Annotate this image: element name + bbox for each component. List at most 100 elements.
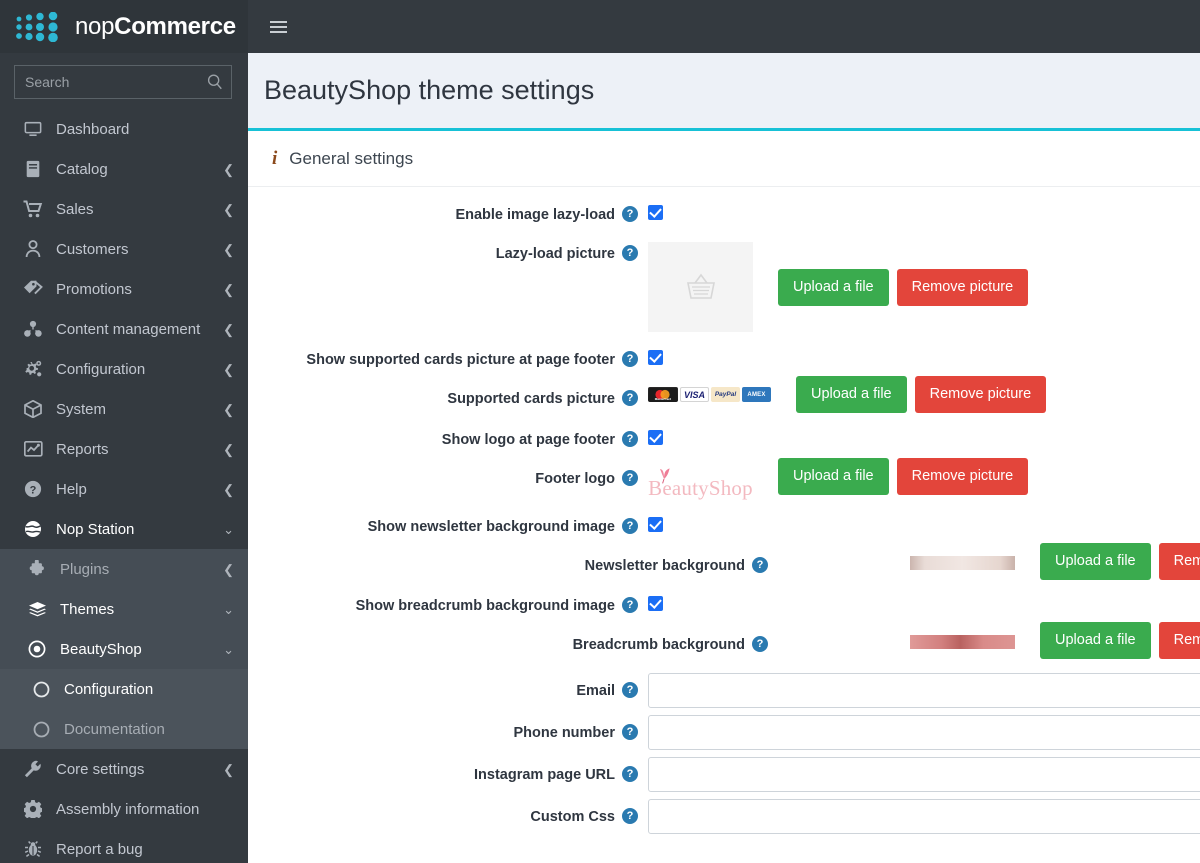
hamburger-icon[interactable] [270,18,287,36]
help-icon[interactable]: ? [622,682,638,698]
sidebar-item-system[interactable]: System ❮ [0,389,248,429]
page-header: BeautyShop theme settings [248,53,1200,128]
sidebar-item-customers[interactable]: Customers ❮ [0,229,248,269]
help-icon[interactable]: ? [622,766,638,782]
phone-number-input[interactable] [648,715,1200,750]
remove-picture-button[interactable]: Remove picture [896,458,1029,495]
chevron-left-icon[interactable]: ❮ [223,443,234,456]
tag-icon [22,279,44,299]
sidebar-item-help[interactable]: ? Help ❮ [0,469,248,509]
sidebar-item-label: Sales [56,200,94,218]
field-label-cell: Supported cards picture? [248,387,648,408]
checkbox[interactable] [648,430,663,445]
chevron-left-icon[interactable]: ❮ [223,563,234,576]
help-icon[interactable]: ? [622,390,638,406]
sidebar-item-content-management[interactable]: Content management ❮ [0,309,248,349]
sidebar-item-report-a-bug[interactable]: Report a bug [0,829,248,863]
sidebar-item-documentation[interactable]: Documentation [0,709,248,749]
input-wrapper [648,757,1200,792]
brand-text: nopCommerce [75,13,236,41]
sidebar-item-configuration[interactable]: Configuration [0,669,248,709]
help-icon[interactable]: ? [622,808,638,824]
email-input[interactable] [648,673,1200,708]
chevron-left-icon[interactable]: ❮ [223,403,234,416]
checkbox[interactable] [648,350,663,365]
chevron-left-icon[interactable]: ❮ [223,763,234,776]
checkbox[interactable] [648,596,663,611]
sidebar-item-configuration[interactable]: Configuration ❮ [0,349,248,389]
search-icon[interactable] [206,73,224,91]
form-row: Instagram page URL? [248,757,1200,792]
sidebar-item-reports[interactable]: Reports ❮ [0,429,248,469]
chevron-left-icon[interactable]: ❮ [223,483,234,496]
remove-picture-button[interactable]: Remove picture [896,269,1029,306]
chevron-left-icon[interactable]: ❮ [223,283,234,296]
field-control-cell [648,799,1200,834]
brand-name-light: nop [75,12,115,40]
sidebar-item-dashboard[interactable]: Dashboard [0,109,248,149]
sidebar-item-catalog[interactable]: Catalog ❮ [0,149,248,189]
chevron-left-icon[interactable]: ❮ [223,243,234,256]
chevron-down-icon[interactable]: ⌄ [223,643,234,656]
field-control-cell [648,515,1200,532]
settings-form: Enable image lazy-load? Lazy-load picture… [248,187,1200,834]
input-wrapper [648,715,1200,750]
cart-icon [22,199,44,219]
chevron-left-icon[interactable]: ❮ [223,163,234,176]
search-input[interactable] [25,74,206,90]
chevron-down-icon[interactable]: ⌄ [223,603,234,616]
form-row: Custom Css? [248,799,1200,834]
custom-css-input[interactable] [648,799,1200,834]
radio-dot-icon [26,639,48,659]
form-row: Supported cards picture? MasterCard VISA… [248,376,1200,413]
remove-picture-button[interactable]: Remove picture [1158,543,1200,580]
remove-picture-button[interactable]: Remove picture [1158,622,1200,659]
brand-name-bold: Commerce [114,12,236,40]
upload-file-button[interactable]: Upload a file [778,269,889,306]
sidebar-item-promotions[interactable]: Promotions ❮ [0,269,248,309]
field-label-cell: Enable image lazy-load? [248,203,648,224]
help-icon[interactable]: ? [752,636,768,652]
chevron-down-icon[interactable]: ⌄ [223,523,234,536]
sidebar-item-assembly-information[interactable]: Assembly information [0,789,248,829]
remove-picture-button[interactable]: Remove picture [914,376,1047,413]
chevron-left-icon[interactable]: ❮ [223,203,234,216]
top-bar [248,0,1200,53]
sidebar-item-label: Report a bug [56,840,143,858]
upload-file-button[interactable]: Upload a file [778,458,889,495]
upload-file-button[interactable]: Upload a file [1040,622,1151,659]
sidebar-item-core-settings[interactable]: Core settings ❮ [0,749,248,789]
upload-file-button[interactable]: Upload a file [1040,543,1151,580]
sidebar-item-nop-station[interactable]: Nop Station ⌄ [0,509,248,549]
help-icon[interactable]: ? [752,557,768,573]
help-icon[interactable]: ? [622,206,638,222]
sidebar-item-beautyshop[interactable]: BeautyShop ⌄ [0,629,248,669]
checkbox[interactable] [648,517,663,532]
field-control-cell [648,757,1200,792]
help-icon[interactable]: ? [622,518,638,534]
sidebar-item-themes[interactable]: Themes ⌄ [0,589,248,629]
help-icon[interactable]: ? [622,724,638,740]
checkbox[interactable] [648,205,663,220]
help-icon[interactable]: ? [622,351,638,367]
help-icon[interactable]: ? [622,431,638,447]
chevron-left-icon[interactable]: ❮ [223,363,234,376]
upload-file-button[interactable]: Upload a file [796,376,907,413]
sidebar-item-label: Catalog [56,160,108,178]
sidebar-item-plugins[interactable]: Plugins ❮ [0,549,248,589]
sidebar-item-label: Configuration [64,680,154,698]
puzzle-icon [26,559,48,579]
form-row: Phone number? [248,715,1200,750]
form-row: Breadcrumb background? Upload a fileRemov… [248,622,1200,659]
help-icon[interactable]: ? [622,470,638,486]
help-icon[interactable]: ? [622,597,638,613]
sidebar-item-label: System [56,400,107,418]
field-control-cell [648,715,1200,750]
chevron-left-icon[interactable]: ❮ [223,323,234,336]
sidebar-item-sales[interactable]: Sales ❮ [0,189,248,229]
brand-logo[interactable]: nopCommerce [0,0,248,53]
help-icon[interactable]: ? [622,245,638,261]
search-box[interactable] [14,65,232,99]
picture-actions: Upload a fileRemove picture [796,376,1047,413]
instagram-page-url-input[interactable] [648,757,1200,792]
